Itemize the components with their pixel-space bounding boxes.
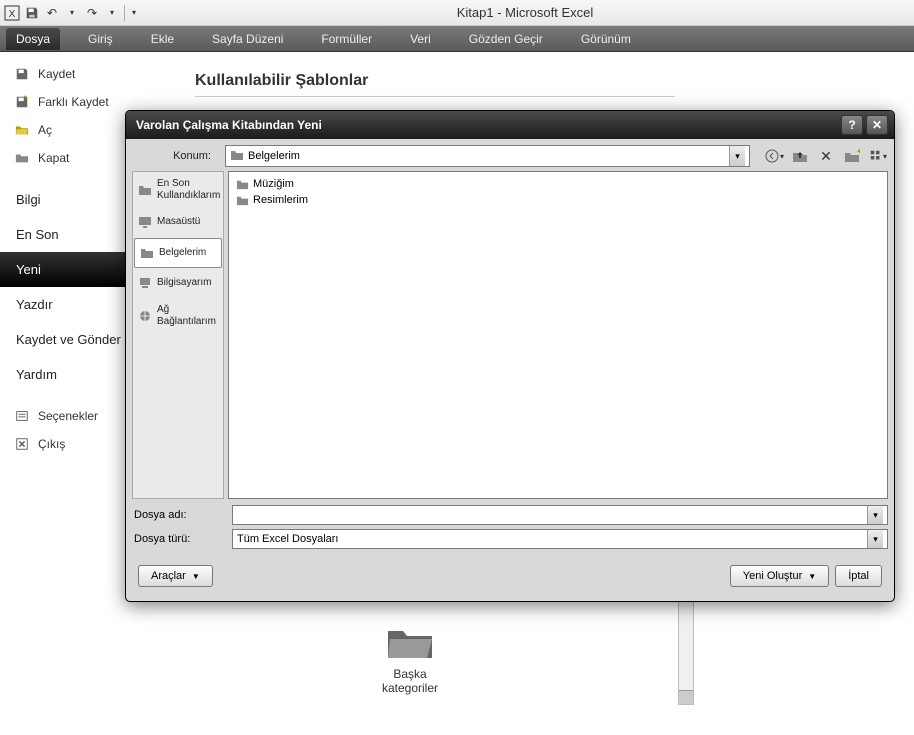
save-as-icon (14, 94, 30, 110)
close-button[interactable]: ✕ (866, 115, 888, 135)
computer-icon (137, 275, 153, 291)
network-icon (137, 308, 153, 324)
sidebar-item-label: Kapat (38, 151, 69, 165)
filetype-value: Tüm Excel Dosyaları (237, 533, 338, 545)
template-categories: Başka kategoriler çizelgeleri (365, 625, 665, 695)
titlebar: X ↶ ▾ ↷ ▾ ▾ Kitap1 - Microsoft Excel (0, 0, 914, 26)
place-label: Belgelerim (159, 247, 206, 259)
new-from-existing-dialog: Varolan Çalışma Kitabından Yeni ? ✕ Konu… (125, 110, 895, 602)
folder-icon (235, 177, 249, 191)
tab-gorunum[interactable]: Görünüm (571, 28, 641, 50)
place-label: En Son Kullandıklarım (157, 178, 220, 201)
redo-icon[interactable]: ↷ (84, 5, 100, 21)
help-button[interactable]: ? (841, 115, 863, 135)
close-folder-icon (14, 150, 30, 166)
undo-dropdown-icon[interactable]: ▾ (64, 5, 80, 21)
button-label: Araçlar (151, 570, 186, 582)
places-bar: En Son Kullandıklarım Masaüstü Belgeleri… (132, 171, 224, 499)
exit-icon (14, 436, 30, 452)
sidebar-item-label: Farklı Kaydet (38, 95, 109, 109)
place-label: Ağ Bağlantılarım (157, 304, 219, 327)
desktop-icon (137, 214, 153, 230)
svg-text:✦: ✦ (856, 148, 860, 156)
dialog-titlebar: Varolan Çalışma Kitabından Yeni ? ✕ (126, 111, 894, 139)
button-label: İptal (848, 570, 869, 582)
filename-input[interactable]: ▾ (232, 505, 888, 525)
chevron-down-icon[interactable]: ▾ (729, 146, 745, 166)
location-value: Belgelerim (248, 150, 300, 162)
place-network[interactable]: Ağ Bağlantılarım (133, 298, 223, 334)
file-name: Resimlerim (253, 194, 308, 206)
tab-veri[interactable]: Veri (400, 28, 441, 50)
chevron-down-icon: ▼ (808, 572, 816, 581)
filetype-label: Dosya türü: (132, 533, 224, 545)
place-recent[interactable]: En Son Kullandıklarım (133, 172, 223, 208)
open-icon (14, 122, 30, 138)
place-label: Bilgisayarım (157, 277, 211, 289)
category-baska[interactable]: Başka kategoriler (365, 625, 455, 695)
file-name: Müziğim (253, 178, 294, 190)
save-icon (14, 66, 30, 82)
templates-heading: Kullanılabilir Şablonlar (195, 72, 675, 97)
place-label: Masaüstü (157, 216, 200, 228)
views-icon[interactable]: ▾ (868, 146, 888, 166)
cancel-button[interactable]: İptal (835, 565, 882, 587)
save-icon[interactable] (24, 5, 40, 21)
ribbon-tabs: Dosya Giriş Ekle Sayfa Düzeni Formüller … (0, 26, 914, 52)
tab-giris[interactable]: Giriş (78, 28, 123, 50)
place-desktop[interactable]: Masaüstü (133, 208, 223, 237)
sidebar-item-label: Çıkış (38, 437, 65, 451)
qat-customize-icon[interactable]: ▾ (124, 5, 140, 21)
documents-icon (139, 245, 155, 261)
tab-formuller[interactable]: Formüller (311, 28, 382, 50)
options-icon (14, 408, 30, 424)
filetype-combo[interactable]: Tüm Excel Dosyaları ▾ (232, 529, 888, 549)
location-combo[interactable]: Belgelerim ▾ (225, 145, 750, 167)
file-item-muzigim[interactable]: Müziğim (233, 176, 883, 192)
sidebar-item-kaydet[interactable]: Kaydet (0, 60, 165, 88)
undo-icon[interactable]: ↶ (44, 5, 60, 21)
chevron-down-icon[interactable]: ▾ (867, 530, 883, 548)
create-button[interactable]: Yeni Oluştur ▼ (730, 565, 829, 587)
filename-row: Dosya adı: ▾ (132, 505, 888, 525)
tab-gozden-gecir[interactable]: Gözden Geçir (459, 28, 553, 50)
app-icon[interactable]: X (4, 5, 20, 21)
dialog-toolbar: ▾ ✕ ✦ ▾ (758, 146, 888, 166)
tab-sayfa-duzeni[interactable]: Sayfa Düzeni (202, 28, 293, 50)
tab-ekle[interactable]: Ekle (141, 28, 184, 50)
location-label: Konum: (132, 150, 217, 162)
dialog-title: Varolan Çalışma Kitabından Yeni (132, 118, 838, 132)
sidebar-item-label: Seçenekler (38, 409, 98, 423)
file-item-resimlerim[interactable]: Resimlerim (233, 192, 883, 208)
svg-text:X: X (9, 9, 16, 20)
filename-label: Dosya adı: (132, 509, 224, 521)
button-label: Yeni Oluştur (743, 570, 803, 582)
place-computer[interactable]: Bilgisayarım (133, 269, 223, 298)
redo-dropdown-icon[interactable]: ▾ (104, 5, 120, 21)
tools-button[interactable]: Araçlar ▼ (138, 565, 213, 587)
quick-access-toolbar: X ↶ ▾ ↷ ▾ ▾ (4, 5, 140, 21)
new-folder-icon[interactable]: ✦ (842, 146, 862, 166)
dialog-footer: Araçlar ▼ Yeni Oluştur ▼ İptal (132, 553, 888, 595)
up-folder-icon[interactable] (790, 146, 810, 166)
back-icon[interactable]: ▾ (764, 146, 784, 166)
sidebar-item-label: Aç (38, 123, 52, 137)
sidebar-item-label: Kaydet (38, 67, 75, 81)
chevron-down-icon[interactable]: ▾ (867, 506, 883, 524)
scrollbar-thumb[interactable] (679, 690, 693, 704)
chevron-down-icon: ▼ (192, 572, 200, 581)
filetype-row: Dosya türü: Tüm Excel Dosyaları ▾ (132, 529, 888, 549)
recent-icon (137, 182, 153, 198)
place-documents[interactable]: Belgelerim (134, 238, 222, 268)
folder-icon (235, 193, 249, 207)
tab-dosya[interactable]: Dosya (6, 28, 60, 50)
folder-icon (386, 625, 434, 661)
category-label: Başka kategoriler (382, 667, 438, 695)
location-row: Konum: Belgelerim ▾ ▾ ✕ ✦ ▾ (132, 145, 888, 167)
delete-icon[interactable]: ✕ (816, 146, 836, 166)
file-list[interactable]: Müziğim Resimlerim (228, 171, 888, 499)
window-title: Kitap1 - Microsoft Excel (140, 5, 910, 20)
folder-icon (230, 148, 244, 165)
